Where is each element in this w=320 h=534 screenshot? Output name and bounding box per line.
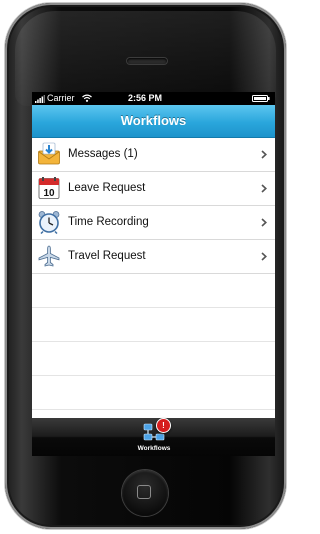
chevron-right-icon <box>261 184 267 193</box>
carrier-label: Carrier <box>47 93 75 103</box>
list-item-label: Leave Request <box>68 182 146 194</box>
list-item-label: Time Recording <box>68 216 149 228</box>
list-item-time-recording[interactable]: Time Recording <box>32 206 275 240</box>
earpiece-speaker <box>127 58 167 64</box>
airplane-icon <box>38 245 60 267</box>
chevron-right-icon <box>261 218 267 227</box>
list-item-label: Travel Request <box>68 250 146 262</box>
home-square-icon <box>137 485 151 499</box>
chevron-right-icon <box>261 150 267 159</box>
status-time: 2:56 PM <box>128 93 163 103</box>
list-item-travel-request[interactable]: Travel Request <box>32 240 275 274</box>
home-button[interactable] <box>122 470 168 516</box>
chevron-right-icon <box>261 252 267 261</box>
tab-label: Workflows <box>137 445 171 452</box>
empty-row <box>32 274 275 308</box>
wifi-icon <box>82 94 92 102</box>
empty-row <box>32 376 275 410</box>
notification-badge: ! <box>156 418 171 433</box>
signal-strength-icon <box>35 95 45 103</box>
status-bar: Carrier 2:56 PM <box>32 92 275 105</box>
list-item-messages[interactable]: Messages (1) <box>32 138 275 172</box>
page-title: Workflows <box>120 113 187 128</box>
battery-icon <box>252 95 270 102</box>
empty-row <box>32 308 275 342</box>
phone-screen: Carrier 2:56 PM Workflows Messages (1) 1… <box>32 92 275 456</box>
svg-text:10: 10 <box>43 188 55 199</box>
alarm-clock-icon <box>38 211 60 234</box>
empty-row <box>32 342 275 376</box>
workflow-list: Messages (1) 10 Leave Request Time Recor… <box>32 138 275 444</box>
list-item-label: Messages (1) <box>68 148 138 160</box>
calendar-icon: 10 <box>38 177 60 199</box>
tab-workflows[interactable]: ! Workflows <box>128 418 180 456</box>
navigation-bar: Workflows <box>32 105 275 138</box>
phone-frame: Carrier 2:56 PM Workflows Messages (1) 1… <box>5 3 286 529</box>
list-item-leave-request[interactable]: 10 Leave Request <box>32 172 275 206</box>
tab-bar: ! Workflows <box>32 418 275 456</box>
messages-icon <box>38 142 60 165</box>
